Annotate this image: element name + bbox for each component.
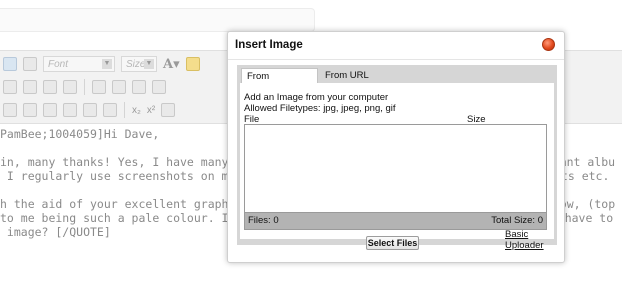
- unordered-list-icon[interactable]: [112, 80, 126, 94]
- tab-from-computer[interactable]: From Computer: [241, 68, 318, 97]
- tab-panel: Add an Image from your computer Allowed …: [237, 83, 557, 245]
- basic-uploader-link[interactable]: Basic Uploader: [505, 229, 544, 251]
- file-list[interactable]: [244, 124, 547, 213]
- ordered-list-icon[interactable]: [92, 80, 106, 94]
- dialog-divider: [228, 59, 564, 60]
- align-right-icon[interactable]: [43, 80, 57, 94]
- strikethrough-icon[interactable]: [161, 103, 176, 117]
- post-line: PamBee;1004059]Hi Dave,: [0, 127, 160, 141]
- code-icon[interactable]: [43, 103, 57, 117]
- paste-icon[interactable]: [23, 57, 37, 71]
- size-select[interactable]: Size ▼: [121, 56, 157, 72]
- insert-image-dialog: Insert Image From Computer From URL Add …: [227, 31, 565, 263]
- remove-format-icon[interactable]: [103, 103, 117, 117]
- uploader-heading: Add an Image from your computer: [244, 92, 389, 103]
- toolbar-row-3: x₂ x²: [0, 99, 178, 121]
- align-left-icon[interactable]: [3, 80, 17, 94]
- align-justify-icon[interactable]: [63, 80, 77, 94]
- toolbar-row-1: Font ▼ Size ▼ A▾: [0, 53, 203, 75]
- allowed-filetypes: Allowed Filetypes: jpg, jpeg, png, gif: [244, 103, 396, 114]
- tab-bar: From Computer From URL: [237, 65, 557, 97]
- chevron-down-icon: ▼: [144, 59, 154, 69]
- align-center-icon[interactable]: [23, 80, 37, 94]
- uploader-panel: Add an Image from your computer Allowed …: [240, 83, 554, 239]
- html-icon[interactable]: [63, 103, 77, 117]
- dialog-title: Insert Image: [235, 39, 303, 51]
- total-size: Total Size: 0: [491, 215, 543, 226]
- toolbar-divider: [84, 79, 85, 95]
- select-files-button[interactable]: Select Files: [366, 236, 419, 250]
- table-icon[interactable]: [3, 103, 17, 117]
- toolbar-row-2: [0, 76, 169, 98]
- files-count: Files: 0: [248, 215, 279, 226]
- superscript-icon[interactable]: x²: [147, 105, 155, 116]
- tab-from-url[interactable]: From URL: [320, 68, 380, 83]
- title-input[interactable]: [0, 8, 315, 32]
- indent-icon[interactable]: [152, 80, 166, 94]
- font-select[interactable]: Font ▼: [43, 56, 115, 72]
- toolbar-divider: [124, 102, 125, 118]
- post-line: image? [/QUOTE]: [0, 225, 111, 239]
- highlight-icon[interactable]: [185, 57, 200, 71]
- php-icon[interactable]: [83, 103, 97, 117]
- quote-icon[interactable]: [23, 103, 37, 117]
- image-icon[interactable]: [3, 57, 17, 71]
- outdent-icon[interactable]: [132, 80, 146, 94]
- close-icon[interactable]: [542, 38, 555, 51]
- chevron-down-icon: ▼: [102, 59, 112, 69]
- text-color-icon[interactable]: A▾: [163, 57, 180, 72]
- file-list-footer: Files: 0 Total Size: 0: [244, 213, 547, 230]
- subscript-icon[interactable]: x₂: [132, 105, 141, 116]
